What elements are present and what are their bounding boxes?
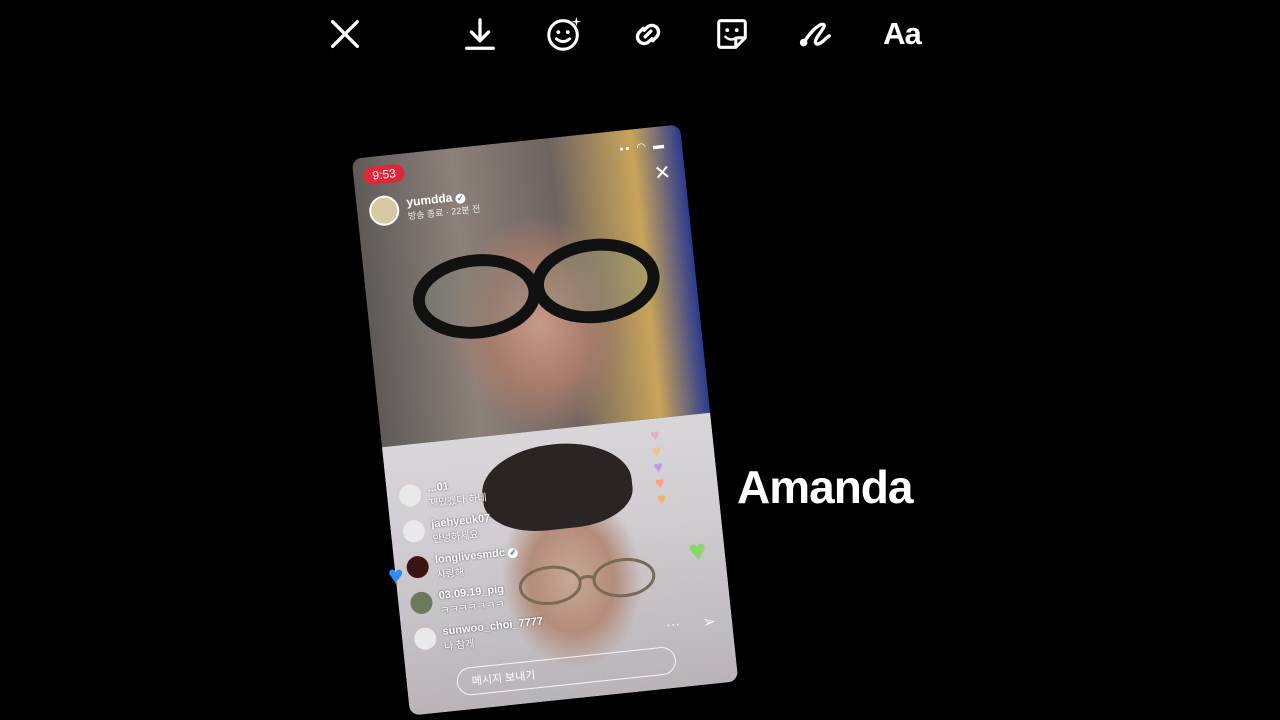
link-icon — [635, 23, 661, 46]
link-button[interactable] — [626, 12, 670, 56]
download-button[interactable] — [458, 12, 502, 56]
live-close-icon[interactable]: ✕ — [653, 160, 672, 187]
draw-icon — [799, 22, 831, 47]
send-icon[interactable]: ➢ — [702, 611, 717, 632]
sticker-icon — [717, 19, 747, 49]
blue-heart-sticker-icon[interactable]: ♥ — [388, 560, 403, 591]
live-comments: ...01 재밌겠다 하네 jaehyeuk07 안녕하세요 longlivesmd… — [398, 463, 636, 665]
draw-button[interactable] — [794, 12, 838, 56]
host-avatar[interactable] — [367, 194, 401, 228]
more-options-icon[interactable]: ··· — [665, 615, 681, 632]
download-icon — [465, 18, 495, 50]
text-tool-button[interactable]: Aa — [878, 12, 926, 56]
effects-button[interactable] — [542, 12, 586, 56]
comment-avatar — [405, 555, 430, 580]
comment-avatar — [413, 626, 438, 651]
face-sparkle-icon — [547, 16, 582, 51]
close-icon — [330, 19, 360, 49]
comment-avatar — [401, 519, 427, 544]
story-editor-toolbar: Aa — [0, 0, 1280, 70]
sticker-button[interactable] — [710, 12, 754, 56]
verified-badge-icon: ✓ — [507, 547, 519, 559]
green-heart-icon: ♥ — [687, 533, 709, 569]
comment-avatar — [398, 483, 423, 508]
close-button[interactable] — [323, 12, 367, 56]
story-text-overlay[interactable]: Amanda — [737, 460, 913, 514]
text-tool-label: Aa — [883, 16, 922, 51]
verified-badge-icon: ✓ — [454, 192, 466, 204]
story-screenshot[interactable]: 9:53 ▪▪ ◠ ▬ ✕ yumdda ✓ 방송 종료 · 22분 전 ...0… — [351, 124, 739, 716]
comment-avatar — [409, 590, 434, 616]
